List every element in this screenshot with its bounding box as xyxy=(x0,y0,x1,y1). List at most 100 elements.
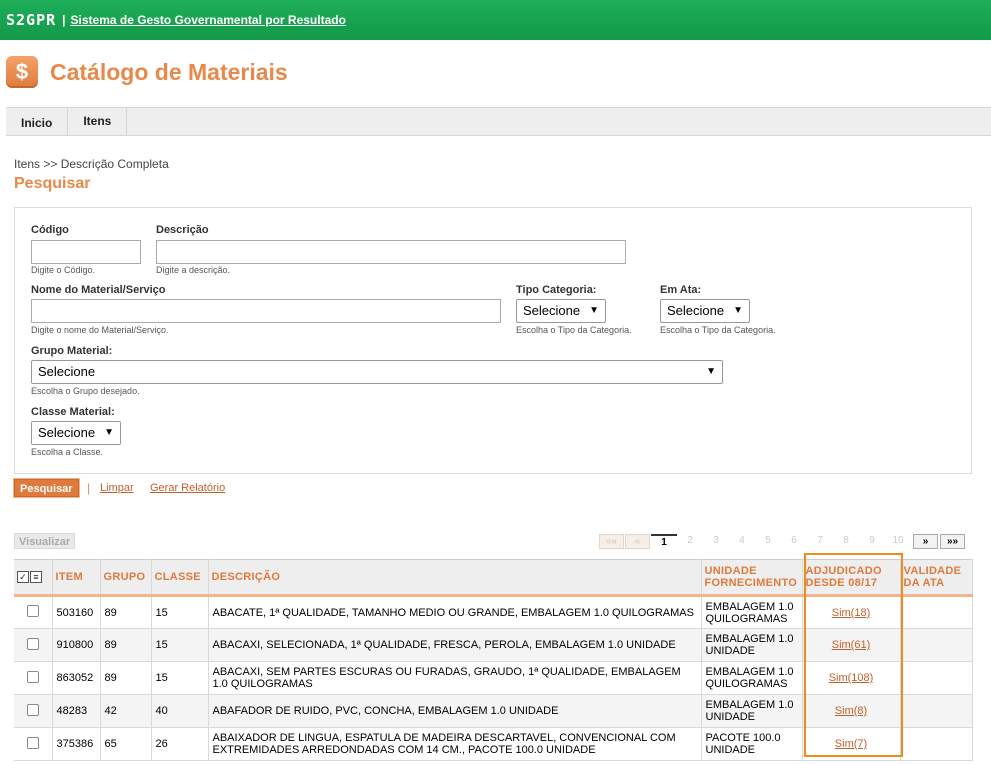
tipo-categoria-label: Tipo Categoria: xyxy=(516,284,597,296)
page-1[interactable]: 1 xyxy=(651,534,677,549)
actions-separator: | xyxy=(87,481,91,495)
row-checkbox[interactable] xyxy=(26,736,39,749)
adjudicado-link[interactable]: Sim(18) xyxy=(832,607,871,619)
classe-select[interactable]: Selecione ▼ xyxy=(31,421,121,445)
report-link[interactable]: Gerar Relatório xyxy=(150,482,225,494)
page-8[interactable]: 8 xyxy=(833,534,859,549)
adjudicado-link[interactable]: Sim(108) xyxy=(829,672,874,684)
cell-validade xyxy=(900,727,973,761)
cell-classe: 15 xyxy=(151,628,209,662)
col-classe[interactable]: CLASSE xyxy=(151,559,209,596)
page-9[interactable]: 9 xyxy=(859,534,885,549)
cell-grupo: 89 xyxy=(100,595,152,629)
nav-tab-itens[interactable]: Itens xyxy=(68,108,128,135)
table-header-row: ✓ ≡ ITEM GRUPO CLASSE DESCRIÇÃO UNIDADE … xyxy=(14,559,973,596)
col-adjudicado[interactable]: ADJUDICADO DESDE 08/17 xyxy=(802,559,901,596)
last-page-button[interactable]: »» xyxy=(940,534,965,549)
descricao-input[interactable] xyxy=(156,240,626,264)
descricao-label: Descrição xyxy=(156,224,209,236)
system-name-link[interactable]: Sistema de Gesto Governamental por Resul… xyxy=(71,13,346,27)
codigo-label: Código xyxy=(31,224,69,236)
col-descricao[interactable]: DESCRIÇÃO xyxy=(208,559,702,596)
cell-grupo: 42 xyxy=(100,694,152,728)
cell-validade xyxy=(900,694,973,728)
breadcrumb: Itens >> Descrição Completa xyxy=(14,157,169,171)
page-6[interactable]: 6 xyxy=(781,534,807,549)
classe-value: Selecione xyxy=(38,425,96,440)
page-7[interactable]: 7 xyxy=(807,534,833,549)
col-unidade[interactable]: UNIDADE FORNECIMENTO xyxy=(701,559,803,596)
table-row: 863052 89 15 ABACAXI, SEM PARTES ESCURAS… xyxy=(14,661,973,695)
chevron-down-icon: ▼ xyxy=(104,427,114,438)
col-grupo[interactable]: GRUPO xyxy=(100,559,152,596)
em-ata-value: Selecione xyxy=(667,303,725,318)
select-all-icon[interactable]: ✓ xyxy=(17,571,29,583)
nome-label: Nome do Material/Serviço xyxy=(31,284,166,296)
s2gpr-logo[interactable]: S2GPR xyxy=(6,11,56,29)
cell-item: 375386 xyxy=(52,727,101,761)
search-panel: Código Digite o Código. Descrição Digite… xyxy=(14,207,972,474)
grupo-select[interactable]: Selecione ▼ xyxy=(31,360,723,384)
em-ata-label: Em Ata: xyxy=(660,284,702,296)
row-checkbox[interactable] xyxy=(26,670,39,683)
page-2[interactable]: 2 xyxy=(677,534,703,549)
cell-grupo: 89 xyxy=(100,628,152,662)
adjudicado-link[interactable]: Sim(7) xyxy=(835,738,867,750)
pagination: «« « 1 2 3 4 5 6 7 8 9 10 » »» xyxy=(599,534,965,549)
first-page-button[interactable]: «« xyxy=(599,534,624,549)
classe-hint: Escolha a Classe. xyxy=(31,447,104,457)
table-row: 503160 89 15 ABACATE, 1ª QUALIDADE, TAMA… xyxy=(14,595,973,629)
em-ata-hint: Escolha o Tipo da Categoria. xyxy=(660,325,776,335)
descricao-hint: Digite a descrição. xyxy=(156,265,231,275)
cell-descricao: ABAFADOR DE RUIDO, PVC, CONCHA, EMBALAGE… xyxy=(208,694,702,728)
cell-grupo: 89 xyxy=(100,661,152,695)
tipo-categoria-select[interactable]: Selecione ▼ xyxy=(516,299,606,323)
search-button[interactable]: Pesquisar xyxy=(14,479,79,497)
cell-classe: 15 xyxy=(151,661,209,695)
cell-validade xyxy=(900,628,973,662)
select-none-icon[interactable]: ≡ xyxy=(30,571,42,583)
chevron-down-icon: ▼ xyxy=(706,366,716,377)
cell-descricao: ABACAXI, SELECIONADA, 1ª QUALIDADE, FRES… xyxy=(208,628,702,662)
em-ata-select[interactable]: Selecione ▼ xyxy=(660,299,750,323)
page-3[interactable]: 3 xyxy=(703,534,729,549)
nav-tab-inicio[interactable]: Inicio xyxy=(6,108,69,135)
cell-unidade: PACOTE 100.0 UNIDADE xyxy=(701,727,803,761)
cell-unidade: EMBALAGEM 1.0 UNIDADE xyxy=(701,694,803,728)
col-validade[interactable]: VALIDADE DA ATA xyxy=(900,559,973,596)
table-row: 48283 42 40 ABAFADOR DE RUIDO, PVC, CONC… xyxy=(14,694,973,728)
col-item[interactable]: ITEM xyxy=(52,559,101,596)
tipo-categoria-value: Selecione xyxy=(523,303,581,318)
cell-item: 503160 xyxy=(52,595,101,629)
tipo-categoria-hint: Escolha o Tipo da Categoria. xyxy=(516,325,632,335)
row-checkbox[interactable] xyxy=(26,703,39,716)
cell-unidade: EMBALAGEM 1.0 QUILOGRAMAS xyxy=(701,595,803,629)
table-row: 375386 65 26 ABAIXADOR DE LINGUA, ESPATU… xyxy=(14,727,973,761)
cell-classe: 26 xyxy=(151,727,209,761)
page-5[interactable]: 5 xyxy=(755,534,781,549)
cell-item: 910800 xyxy=(52,628,101,662)
cell-descricao: ABAIXADOR DE LINGUA, ESPATULA DE MADEIRA… xyxy=(208,727,702,761)
chevron-down-icon: ▼ xyxy=(733,305,743,316)
next-page-button[interactable]: » xyxy=(913,534,938,549)
adjudicado-link[interactable]: Sim(61) xyxy=(832,639,871,651)
cell-validade xyxy=(900,595,973,629)
nome-input[interactable] xyxy=(31,299,501,323)
page-4[interactable]: 4 xyxy=(729,534,755,549)
row-checkbox[interactable] xyxy=(26,605,39,617)
row-checkbox[interactable] xyxy=(26,637,39,650)
prev-page-button[interactable]: « xyxy=(625,534,650,549)
cell-grupo: 65 xyxy=(100,727,152,761)
cell-validade xyxy=(900,661,973,695)
grupo-label: Grupo Material: xyxy=(31,345,113,357)
top-header: S2GPR | Sistema de Gesto Governamental p… xyxy=(0,0,991,40)
page-title-row: $ Catálogo de Materiais xyxy=(6,56,288,88)
page-10[interactable]: 10 xyxy=(885,534,911,549)
table-row: 910800 89 15 ABACAXI, SELECIONADA, 1ª QU… xyxy=(14,628,973,662)
view-button[interactable]: Visualizar xyxy=(14,533,76,549)
codigo-input[interactable] xyxy=(31,240,141,264)
cell-classe: 15 xyxy=(151,595,209,629)
cell-item: 48283 xyxy=(52,694,101,728)
clear-link[interactable]: Limpar xyxy=(100,482,134,494)
adjudicado-link[interactable]: Sim(8) xyxy=(835,705,867,717)
